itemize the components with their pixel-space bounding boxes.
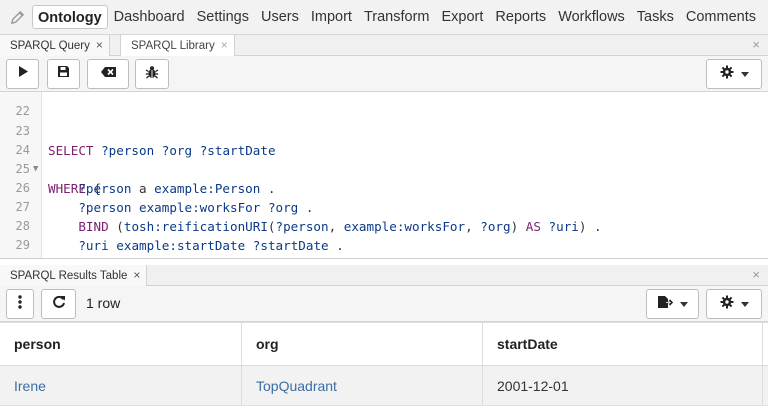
code-line: 30: [0, 236, 768, 258]
cell-person-link[interactable]: Irene: [0, 366, 242, 405]
results-settings-dropdown-button[interactable]: [706, 289, 762, 319]
table-row: Irene TopQuadrant 2001-12-01: [0, 366, 768, 406]
close-icon[interactable]: ×: [96, 38, 103, 52]
sparql-editor[interactable]: 22 23 SELECT ?person ?org ?startDate 24 …: [0, 92, 768, 259]
menu-dashboard[interactable]: Dashboard: [108, 5, 191, 29]
tab-sparql-results-table[interactable]: SPARQL Results Table ×: [0, 265, 148, 286]
column-header-org[interactable]: org: [242, 323, 483, 365]
results-toolbar: 1 row: [0, 286, 768, 322]
code-line: 22: [0, 92, 768, 118]
chevron-down-icon: [740, 71, 749, 77]
more-vertical-icon: [18, 294, 22, 314]
code-line: 28 ?uri example:startDate ?startDate .: [0, 198, 768, 253]
tab-label: SPARQL Library: [131, 40, 215, 52]
menu-reports[interactable]: Reports: [489, 5, 552, 29]
code-line: 24 ▼ WHERE {: [0, 122, 768, 196]
gear-icon: [720, 295, 734, 314]
code-line: 23 SELECT ?person ?org ?startDate: [0, 103, 768, 158]
code-line: 29 }: [0, 217, 768, 258]
pencil-icon[interactable]: [8, 8, 26, 26]
close-icon[interactable]: ×: [133, 268, 140, 282]
more-options-button[interactable]: [6, 289, 34, 319]
cell-org-link[interactable]: TopQuadrant: [242, 366, 483, 405]
table-header: person org startDate: [0, 322, 768, 366]
chevron-down-icon: [740, 301, 749, 307]
query-toolbar: [0, 56, 768, 92]
query-tab-strip: SPARQL Query × SPARQL Library × ×: [0, 35, 768, 56]
close-icon[interactable]: ×: [221, 38, 228, 52]
results-tab-strip: SPARQL Results Table × ×: [0, 265, 768, 286]
panel-close-icon[interactable]: ×: [752, 267, 760, 282]
menu-ontology[interactable]: Ontology: [32, 5, 108, 29]
menu-settings[interactable]: Settings: [191, 5, 255, 29]
clear-query-button[interactable]: [87, 59, 129, 89]
chevron-down-icon: [680, 301, 688, 307]
menu-users[interactable]: Users: [255, 5, 305, 29]
refresh-button[interactable]: [41, 289, 76, 319]
top-menu-bar: Ontology Dashboard Settings Users Import…: [0, 0, 768, 35]
play-icon: [17, 65, 29, 83]
code-line: 25 ?person a example:Person .: [0, 141, 768, 196]
gear-icon: [720, 65, 734, 84]
run-query-button[interactable]: [6, 59, 39, 89]
column-header-startdate[interactable]: startDate: [483, 323, 763, 365]
code-text: }: [48, 255, 56, 258]
menu-export[interactable]: Export: [435, 5, 489, 29]
line-number: 30: [0, 255, 30, 258]
menu-workflows[interactable]: Workflows: [552, 5, 631, 29]
column-header-person[interactable]: person: [0, 323, 242, 365]
bug-icon: [145, 65, 159, 84]
tab-sparql-query[interactable]: SPARQL Query ×: [0, 35, 110, 56]
settings-dropdown-button[interactable]: [706, 59, 762, 89]
menu-tasks[interactable]: Tasks: [631, 5, 680, 29]
menu-import[interactable]: Import: [305, 5, 358, 29]
export-icon: [657, 295, 674, 314]
panel-close-icon[interactable]: ×: [752, 37, 760, 52]
cell-startdate: 2001-12-01: [483, 366, 763, 405]
clear-icon: [100, 65, 117, 83]
code-line: 26 ?person example:worksFor ?org .: [0, 160, 768, 215]
tab-label: SPARQL Query: [10, 40, 90, 52]
tab-label: SPARQL Results Table: [10, 270, 128, 282]
save-icon: [57, 65, 70, 83]
menu-comments[interactable]: Comments: [680, 5, 762, 29]
tab-sparql-library[interactable]: SPARQL Library ×: [120, 35, 235, 56]
menu-transform[interactable]: Transform: [358, 5, 436, 29]
export-dropdown-button[interactable]: [646, 289, 699, 319]
row-count-label: 1 row: [86, 295, 121, 311]
save-query-button[interactable]: [47, 59, 80, 89]
code-line: 27 BIND (tosh:reificationURI(?person, ex…: [0, 179, 768, 234]
refresh-icon: [52, 295, 66, 314]
debug-button[interactable]: [135, 59, 169, 89]
